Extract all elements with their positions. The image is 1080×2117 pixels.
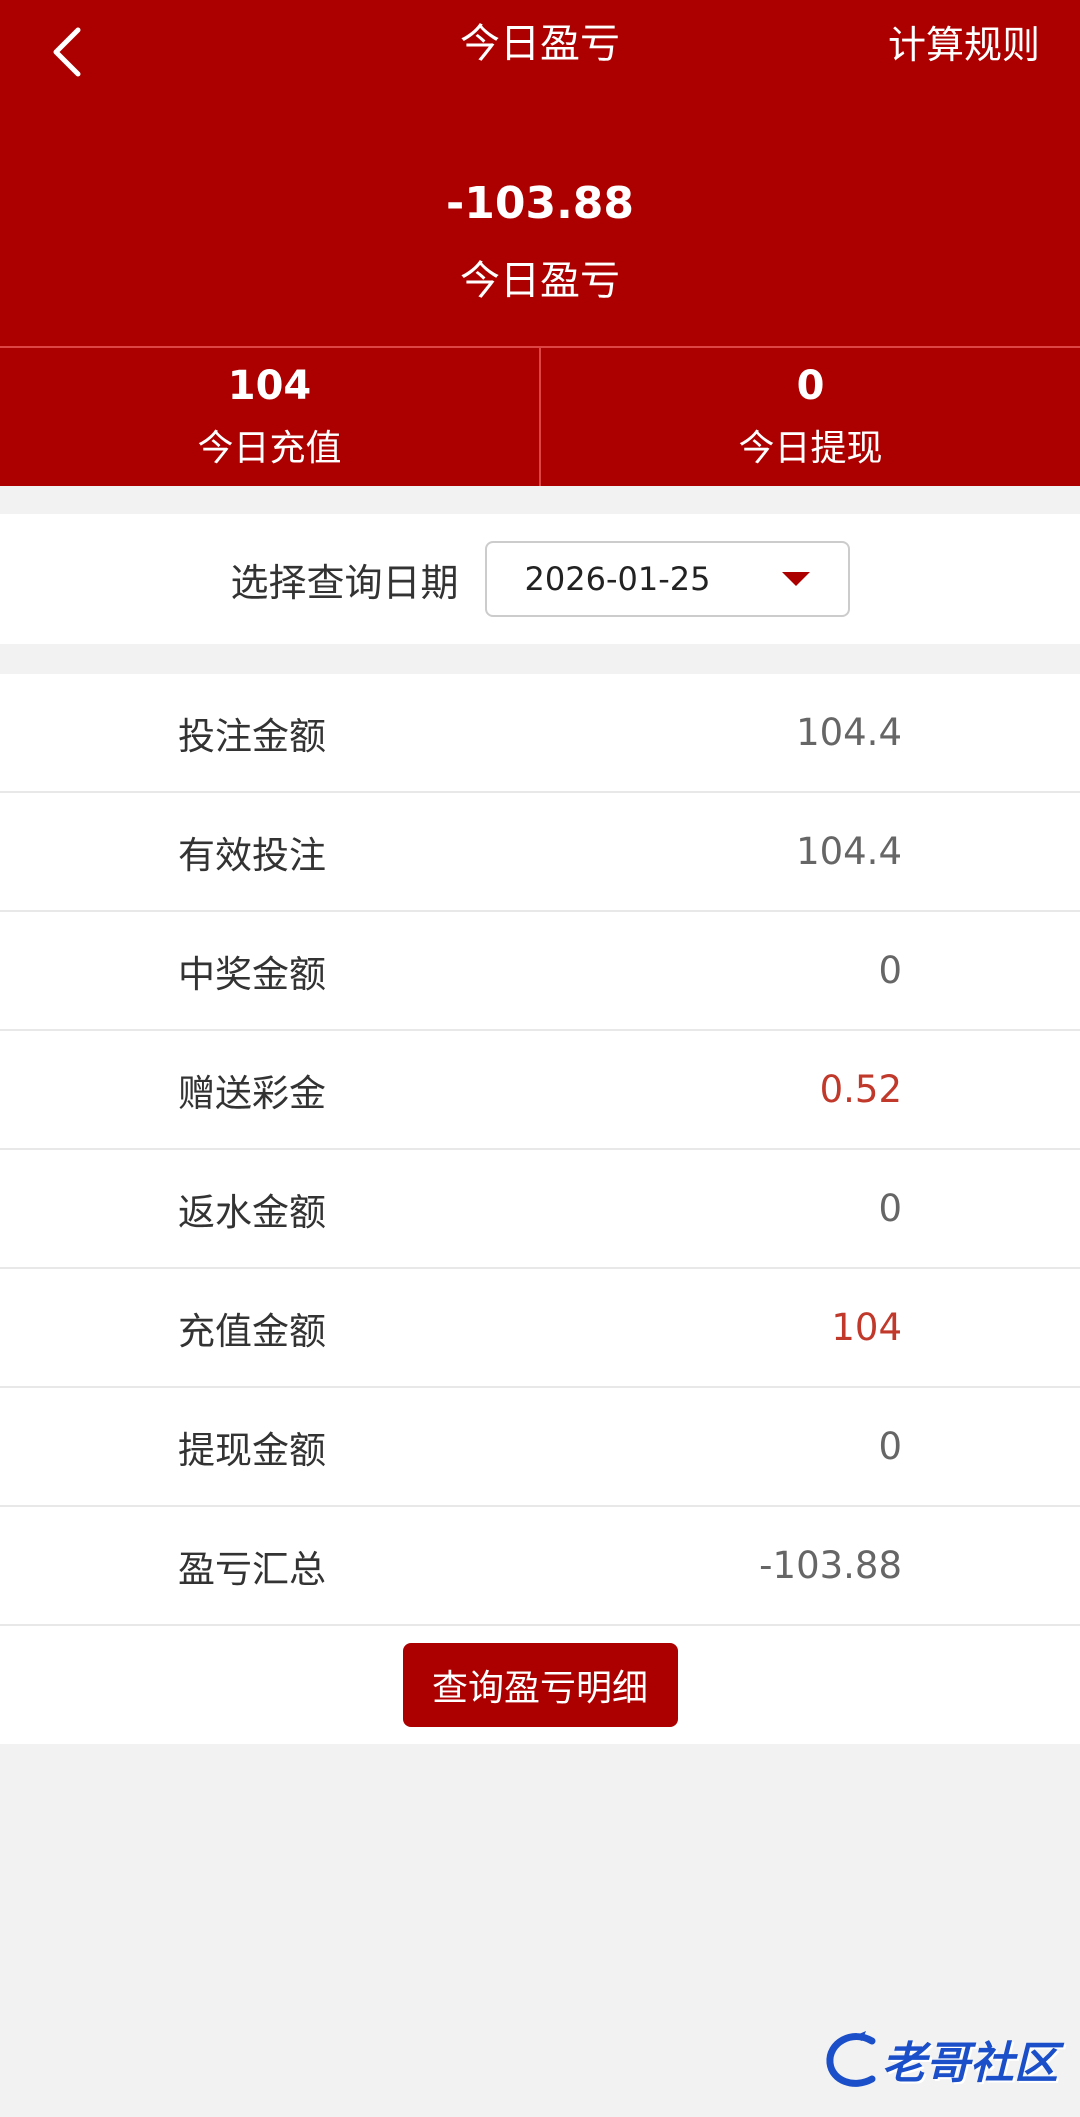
row-label: 提现金额 [178,1428,326,1472]
date-filter-label: 选择查询日期 [230,560,459,605]
row-label: 充值金额 [178,1309,326,1353]
list-item: 赠送彩金 0.52 [0,1031,1080,1150]
stats-bar: 104 今日充值 0 今日提现 [0,346,1080,486]
row-value: 104.4 [796,830,902,873]
row-label: 返水金额 [178,1190,326,1234]
row-value: 104.4 [796,711,902,754]
list-item: 有效投注 104.4 [0,793,1080,912]
chevron-left-icon [53,27,81,77]
list-item: 盈亏汇总 -103.88 [0,1507,1080,1626]
detail-button-area: 查询盈亏明细 [0,1626,1080,1744]
date-select-value: 2026-01-25 [524,560,711,598]
stat-recharge[interactable]: 104 今日充值 [0,348,539,486]
back-button[interactable] [28,12,108,92]
row-label: 盈亏汇总 [178,1547,326,1591]
caret-down-icon [781,572,810,586]
list-item: 提现金额 0 [0,1388,1080,1507]
list-item: 返水金额 0 [0,1150,1080,1269]
list-item: 中奖金额 0 [0,912,1080,1031]
list-item: 投注金额 104.4 [0,674,1080,793]
stat-recharge-value: 104 [227,363,312,409]
row-label: 投注金额 [178,714,326,758]
total-profit-label: 今日盈亏 [460,258,620,304]
stat-recharge-label: 今日充值 [197,428,342,469]
row-value: -103.88 [759,1544,902,1587]
row-label: 中奖金额 [178,952,326,996]
row-value: 0 [878,1187,902,1230]
stat-withdraw-label: 今日提现 [738,428,883,469]
row-label: 赠送彩金 [178,1071,326,1115]
row-label: 有效投注 [178,833,326,877]
watermark-text: 老哥社区 [882,2038,1058,2089]
watermark-logo: 老哥社区 [822,2019,1062,2099]
summary-list: 投注金额 104.4 有效投注 104.4 中奖金额 0 赠送彩金 0.52 返… [0,674,1080,1744]
date-filter-bar: 选择查询日期 2026-01-25 [0,514,1080,644]
query-details-button[interactable]: 查询盈亏明细 [402,1643,678,1727]
stat-withdraw[interactable]: 0 今日提现 [539,348,1080,486]
list-item: 充值金额 104 [0,1269,1080,1388]
total-profit-value: -103.88 [445,178,635,229]
date-select[interactable]: 2026-01-25 [484,541,850,617]
calculation-rules-button[interactable]: 计算规则 [888,18,1040,72]
dragon-logo-icon [826,2031,876,2087]
row-value: 104 [831,1306,902,1349]
row-value: 0 [878,1425,902,1468]
row-value: 0.52 [819,1068,902,1111]
stat-withdraw-value: 0 [796,363,825,409]
row-value: 0 [878,949,902,992]
header: 今日盈亏 计算规则 -103.88 今日盈亏 [0,0,1080,346]
